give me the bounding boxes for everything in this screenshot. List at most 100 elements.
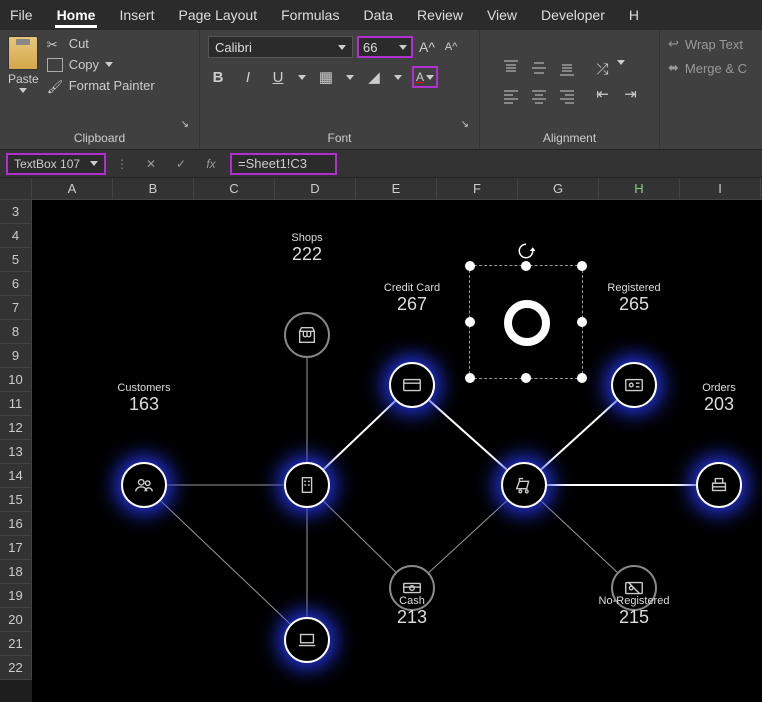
orientation-icon[interactable]: ⤮: [593, 60, 613, 80]
node-no-registered[interactable]: No-Registered215: [611, 565, 657, 611]
shop-icon: [296, 324, 318, 346]
ribbon: Paste ✂Cut Copy 🖌Format Painter Clipboar…: [0, 30, 762, 150]
building-icon: [296, 474, 318, 496]
node-laptop[interactable]: [284, 617, 330, 663]
tab-review[interactable]: Review: [415, 3, 465, 27]
row-header[interactable]: 4: [0, 224, 32, 248]
tab-file[interactable]: File: [8, 3, 35, 27]
col-header[interactable]: G: [518, 178, 599, 199]
node-orders[interactable]: Orders203: [696, 462, 742, 508]
row-header[interactable]: 22: [0, 656, 32, 680]
formula-bar: TextBox 107 ⋮ ✕ ✓ fx =Sheet1!C3: [0, 150, 762, 178]
tab-home[interactable]: Home: [55, 3, 98, 28]
name-box[interactable]: TextBox 107: [6, 153, 106, 175]
row-header[interactable]: 8: [0, 320, 32, 344]
paste-icon[interactable]: [8, 36, 38, 70]
row-header[interactable]: 6: [0, 272, 32, 296]
decrease-font-icon[interactable]: A^: [441, 37, 461, 57]
increase-indent-icon[interactable]: ⇥: [621, 84, 641, 104]
node-building[interactable]: [284, 462, 330, 508]
ribbon-tabs: File Home Insert Page Layout Formulas Da…: [0, 0, 762, 30]
align-right-icon[interactable]: [555, 84, 579, 108]
font-group-label: Font: [327, 131, 351, 145]
row-header[interactable]: 3: [0, 200, 32, 224]
node-cash[interactable]: Cash213: [389, 565, 435, 611]
selection-box[interactable]: [469, 265, 583, 379]
cancel-formula-icon[interactable]: ✕: [140, 153, 162, 175]
tab-insert[interactable]: Insert: [117, 3, 156, 27]
node-registered[interactable]: Registered265: [611, 362, 657, 408]
tab-formulas[interactable]: Formulas: [279, 3, 341, 27]
decrease-indent-icon[interactable]: ⇤: [593, 84, 613, 104]
row-header[interactable]: 7: [0, 296, 32, 320]
row-header[interactable]: 10: [0, 368, 32, 392]
alignment-group-label: Alignment: [543, 131, 596, 145]
align-center-icon[interactable]: [527, 84, 551, 108]
row-header[interactable]: 9: [0, 344, 32, 368]
col-header[interactable]: B: [113, 178, 194, 199]
col-header[interactable]: F: [437, 178, 518, 199]
font-color-button[interactable]: A: [412, 66, 438, 88]
align-left-icon[interactable]: [499, 84, 523, 108]
tab-page-layout[interactable]: Page Layout: [176, 3, 259, 27]
users-icon: [133, 474, 155, 496]
node-customers[interactable]: Customers163: [121, 462, 167, 508]
rotate-handle-icon[interactable]: [517, 242, 535, 260]
tab-more[interactable]: H: [627, 3, 641, 27]
bold-button[interactable]: B: [208, 67, 228, 87]
worksheet: A B C D E F G H I 3 4 5 6 7 8 9 10 11 12…: [0, 178, 762, 702]
tab-view[interactable]: View: [485, 3, 519, 27]
node-shipping[interactable]: [501, 462, 547, 508]
row-header[interactable]: 20: [0, 608, 32, 632]
selected-ring-shape[interactable]: [504, 300, 550, 346]
tab-data[interactable]: Data: [361, 3, 395, 27]
row-header[interactable]: 12: [0, 416, 32, 440]
align-top-icon[interactable]: [499, 56, 523, 80]
formula-input[interactable]: =Sheet1!C3: [230, 153, 337, 175]
align-middle-icon[interactable]: [527, 56, 551, 80]
row-header[interactable]: 14: [0, 464, 32, 488]
cut-button[interactable]: ✂Cut: [47, 36, 155, 51]
font-name-select[interactable]: Calibri: [208, 36, 353, 58]
node-credit-card[interactable]: Credit Card267: [389, 362, 435, 408]
clipboard-group-label: Clipboard: [74, 131, 125, 145]
underline-button[interactable]: U: [268, 67, 288, 87]
card-icon: [401, 374, 423, 396]
paste-button[interactable]: Paste: [8, 72, 39, 86]
select-all-corner[interactable]: [0, 178, 32, 199]
fx-icon[interactable]: fx: [200, 153, 222, 175]
merge-button[interactable]: ⬌Merge & C: [668, 60, 754, 76]
fill-color-button[interactable]: ◢: [364, 67, 384, 87]
col-header[interactable]: D: [275, 178, 356, 199]
row-header[interactable]: 16: [0, 512, 32, 536]
laptop-icon: [296, 629, 318, 651]
border-button[interactable]: ▦: [316, 67, 336, 87]
row-header[interactable]: 18: [0, 560, 32, 584]
format-painter-button[interactable]: 🖌Format Painter: [47, 78, 155, 93]
row-header[interactable]: 15: [0, 488, 32, 512]
col-header[interactable]: C: [194, 178, 275, 199]
tab-developer[interactable]: Developer: [539, 3, 607, 27]
col-header[interactable]: E: [356, 178, 437, 199]
row-header[interactable]: 11: [0, 392, 32, 416]
col-header[interactable]: I: [680, 178, 761, 199]
row-header[interactable]: 21: [0, 632, 32, 656]
font-size-select[interactable]: 66: [357, 36, 413, 58]
clipboard-launcher-icon[interactable]: ↘: [181, 119, 189, 130]
row-header[interactable]: 19: [0, 584, 32, 608]
copy-button[interactable]: Copy: [47, 57, 155, 72]
italic-button[interactable]: I: [238, 67, 258, 87]
enter-formula-icon[interactable]: ✓: [170, 153, 192, 175]
col-header[interactable]: H: [599, 178, 680, 199]
font-launcher-icon[interactable]: ↘: [461, 119, 469, 130]
paste-dropdown-icon[interactable]: [19, 88, 27, 93]
row-header[interactable]: 17: [0, 536, 32, 560]
row-header[interactable]: 5: [0, 248, 32, 272]
row-header[interactable]: 13: [0, 440, 32, 464]
wrap-text-button[interactable]: ↩Wrap Text: [668, 36, 754, 52]
increase-font-icon[interactable]: A^: [417, 37, 437, 57]
col-header[interactable]: A: [32, 178, 113, 199]
node-shops[interactable]: Shops222: [284, 312, 330, 358]
id-icon: [623, 374, 645, 396]
align-bottom-icon[interactable]: [555, 56, 579, 80]
